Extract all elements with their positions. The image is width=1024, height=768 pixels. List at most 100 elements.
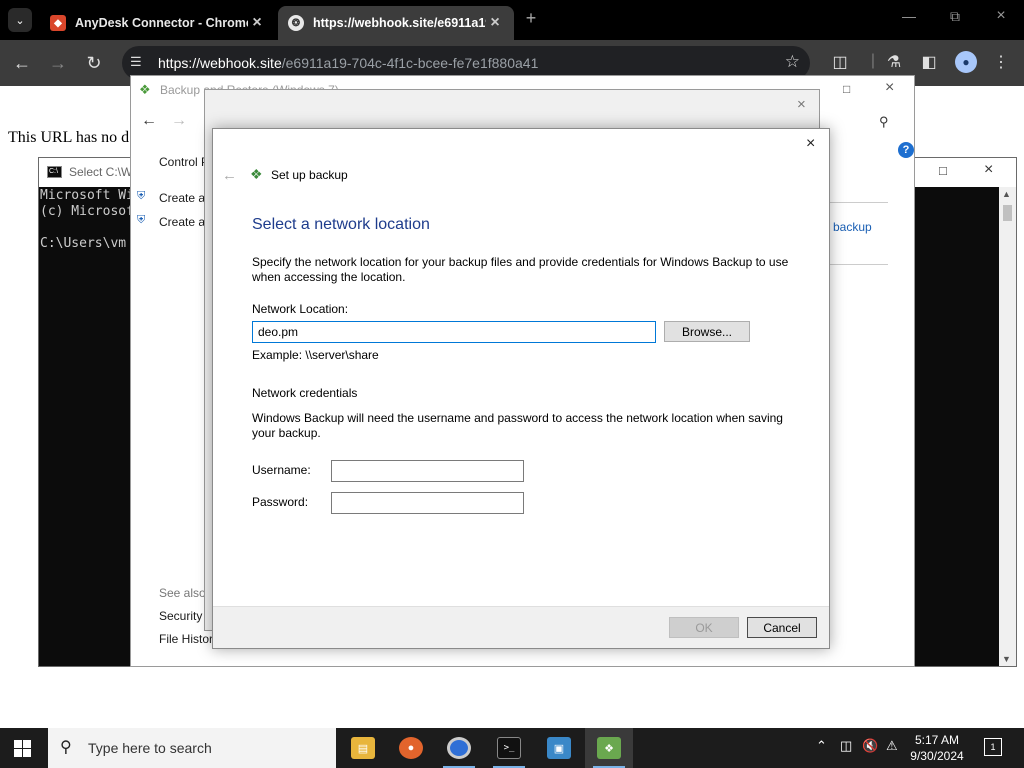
tab-title: AnyDesk Connector - Chrome W xyxy=(75,16,248,30)
taskbar-terminal[interactable]: >_ xyxy=(485,728,533,768)
taskbar-chrome[interactable] xyxy=(435,728,483,768)
tab-anydesk-connector[interactable]: ◆ AnyDesk Connector - Chrome W × xyxy=(40,6,276,40)
profile-avatar-icon[interactable]: ● xyxy=(955,51,977,73)
remote-desktop-icon: ▣ xyxy=(547,737,571,759)
search-icon: ⚲ xyxy=(60,739,72,756)
close-window-icon[interactable]: × xyxy=(989,7,1013,25)
dialog-heading: Select a network location xyxy=(252,216,430,233)
minimize-icon[interactable]: — xyxy=(897,8,921,24)
tab-search-chevron-icon[interactable]: ⌄ xyxy=(8,8,32,32)
password-field[interactable] xyxy=(331,492,524,514)
help-icon[interactable]: ? xyxy=(898,142,914,158)
network-icon[interactable]: ◫ xyxy=(840,738,852,754)
notification-center-icon[interactable]: 1 xyxy=(984,738,1002,756)
firefox-icon: ● xyxy=(399,737,423,759)
maximize-icon[interactable]: □ xyxy=(939,163,947,178)
close-icon[interactable]: × xyxy=(797,96,806,113)
cmd-icon: C:\ xyxy=(47,166,62,178)
search-icon[interactable]: ⚲ xyxy=(879,114,889,130)
cmd-line: Microsoft Wi xyxy=(40,188,134,203)
restore-icon[interactable]: ⧉ xyxy=(943,8,967,25)
see-also-heading: See also xyxy=(159,586,206,600)
taskbar-control-panel[interactable]: ▣ xyxy=(535,728,583,768)
password-label: Password: xyxy=(252,495,309,509)
taskbar-clock[interactable]: 5:17 AM 9/30/2024 xyxy=(905,732,969,764)
cmd-title: Select C:\W xyxy=(69,165,133,179)
backup-icon: ❖ xyxy=(597,737,621,759)
security-link[interactable]: Security xyxy=(159,609,202,623)
set-up-backup-link[interactable]: p backup xyxy=(823,220,872,234)
taskbar-file-explorer[interactable]: ▤ xyxy=(339,728,387,768)
backup-restore-icon: ❖ xyxy=(139,82,151,97)
shield-icon: ⛨ xyxy=(137,214,146,226)
url-text[interactable]: https://webhook.site/e6911a19-704c-4f1c-… xyxy=(158,55,538,71)
webhook-icon: ❂ xyxy=(288,15,304,31)
credentials-text: Windows Backup will need the username an… xyxy=(252,411,783,440)
chevron-up-icon[interactable]: ⌃ xyxy=(816,738,827,754)
back-arrow-icon[interactable]: ← xyxy=(141,112,157,130)
set-up-backup-dialog[interactable]: × ← ❖ Set up backup Select a network loc… xyxy=(212,128,830,649)
divider xyxy=(821,264,888,265)
ok-button[interactable]: OK xyxy=(669,617,739,638)
terminal-icon: >_ xyxy=(497,737,521,759)
security-warning-icon[interactable]: ⚠ xyxy=(886,738,898,754)
windows-start-icon[interactable] xyxy=(14,740,31,757)
chrome-icon xyxy=(447,737,471,759)
file-history-link[interactable]: File Histor xyxy=(159,632,213,646)
browse-button[interactable]: Browse... xyxy=(664,321,750,342)
create-system-image-link[interactable]: Create a xyxy=(159,191,205,205)
close-icon[interactable]: × xyxy=(806,135,815,153)
tab-webhook[interactable]: ❂ https://webhook.site/e6911a19 × xyxy=(278,6,514,40)
taskbar-search-box[interactable]: ⚲ Type here to search xyxy=(48,728,336,768)
anydesk-icon: ◆ xyxy=(50,15,66,31)
cmd-line: C:\Users\vm xyxy=(40,236,127,251)
file-explorer-icon: ▤ xyxy=(351,737,375,759)
example-text: Example: \\server\share xyxy=(252,348,379,362)
extensions-puzzle-icon[interactable]: ◫ xyxy=(829,52,851,72)
menu-kebab-icon[interactable]: ⋮ xyxy=(990,52,1012,72)
cmd-output[interactable]: Microsoft Wi (c) Microsof C:\Users\vm xyxy=(40,188,134,252)
tab-close-icon[interactable]: × xyxy=(248,14,266,32)
tab-title: https://webhook.site/e6911a19 xyxy=(313,16,486,30)
scroll-thumb[interactable] xyxy=(1003,205,1012,221)
labs-flask-icon[interactable]: ⚗ xyxy=(883,52,905,72)
cmd-scrollbar[interactable]: ▲ ▼ xyxy=(999,187,1016,666)
divider xyxy=(821,202,888,203)
scroll-up-icon[interactable]: ▲ xyxy=(1002,189,1011,199)
page-body-text: This URL has no d xyxy=(8,129,130,146)
reload-icon[interactable]: ↻ xyxy=(82,51,106,75)
forward-arrow-icon[interactable]: → xyxy=(171,112,187,130)
control-panel-home-link[interactable]: Control P xyxy=(159,155,209,169)
cancel-button[interactable]: Cancel xyxy=(747,617,817,638)
toolbar-divider: | xyxy=(870,52,876,69)
taskbar: ⚲ Type here to search ▤ ● >_ ▣ ❖ ⌃ ◫ 🔇 ⚠… xyxy=(0,728,1024,768)
side-panel-icon[interactable]: ◧ xyxy=(918,52,940,72)
taskbar-firefox[interactable]: ● xyxy=(387,728,435,768)
create-repair-disc-link[interactable]: Create a xyxy=(159,215,205,229)
back-arrow-icon[interactable]: ← xyxy=(10,51,34,75)
search-placeholder: Type here to search xyxy=(88,740,212,756)
bookmark-star-icon[interactable]: ☆ xyxy=(785,52,800,72)
username-label: Username: xyxy=(252,463,311,477)
clock-date: 9/30/2024 xyxy=(910,749,964,763)
tab-close-icon[interactable]: × xyxy=(486,14,504,32)
close-icon[interactable]: × xyxy=(885,79,894,97)
network-location-label: Network Location: xyxy=(252,302,349,316)
backup-icon: ❖ xyxy=(250,166,263,182)
dialog-footer: OK Cancel xyxy=(213,606,829,648)
intro-text: Specify the network location for your ba… xyxy=(252,255,789,284)
forward-arrow-icon[interactable]: → xyxy=(46,51,70,75)
scroll-down-icon[interactable]: ▼ xyxy=(1002,654,1011,664)
username-field[interactable] xyxy=(331,460,524,482)
close-icon[interactable]: × xyxy=(984,161,993,179)
new-tab-plus-icon[interactable]: + xyxy=(520,8,542,29)
maximize-icon[interactable]: □ xyxy=(843,82,850,96)
dialog-title: Set up backup xyxy=(271,168,348,182)
taskbar-backup[interactable]: ❖ xyxy=(585,728,633,768)
volume-muted-icon[interactable]: 🔇 xyxy=(862,738,878,754)
back-arrow-icon[interactable]: ← xyxy=(222,167,237,184)
site-info-tune-icon[interactable]: ☰ xyxy=(130,54,142,70)
cmd-line xyxy=(40,220,134,236)
browser-tab-strip: ⌄ ◆ AnyDesk Connector - Chrome W × ❂ htt… xyxy=(0,0,1024,40)
network-location-input[interactable] xyxy=(252,321,656,343)
